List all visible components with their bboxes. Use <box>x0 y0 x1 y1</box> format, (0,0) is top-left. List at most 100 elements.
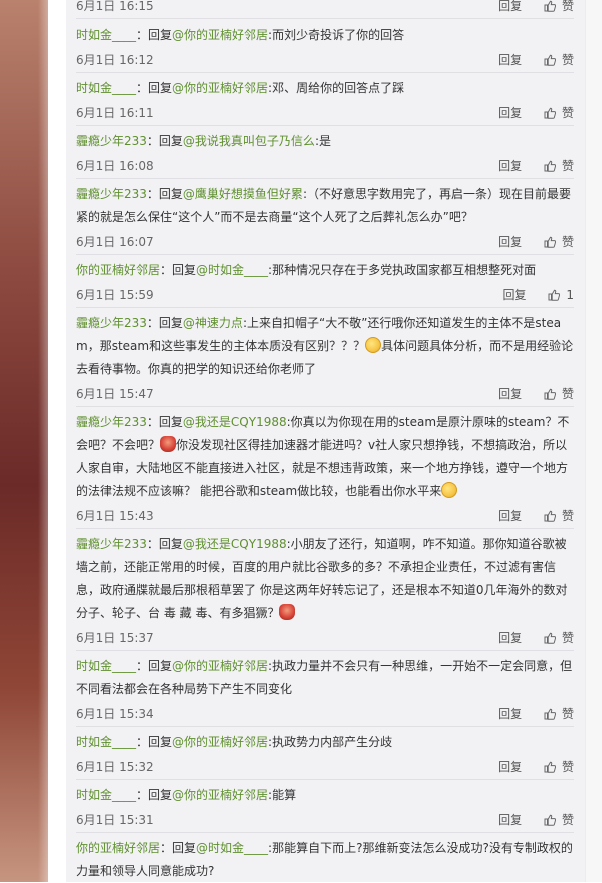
reply-button[interactable]: 回复 <box>498 230 522 254</box>
comment-text: :那种情况只存在于多党执政国家都互相想整死对面 <box>268 263 537 277</box>
comment-time: 6月1日 16:08 <box>76 159 154 173</box>
like-label: 赞 <box>561 813 574 827</box>
comment-actions: 回复 赞 <box>498 230 574 254</box>
like-button[interactable]: 赞 <box>544 0 574 18</box>
comment-meta: 6月1日 16:08 回复 赞 <box>76 154 574 178</box>
reply-button[interactable]: 回复 <box>498 504 522 528</box>
comment-author-link[interactable]: 你的亚楠好邻居 <box>76 263 160 277</box>
reply-button[interactable]: 回复 <box>498 626 522 650</box>
like-label: 赞 <box>561 159 574 173</box>
comment-meta: 6月1日 16:12 回复 赞 <box>76 48 574 72</box>
reply-button[interactable]: 回复 <box>503 283 527 307</box>
mention-link[interactable]: @你的亚楠好邻居 <box>172 28 268 42</box>
comment-text: :而刘少奇投诉了你的回答 <box>268 28 405 42</box>
comment-time: 6月1日 16:07 <box>76 235 154 249</box>
mention-link[interactable]: @你的亚楠好邻居 <box>172 788 268 802</box>
mention-link[interactable]: @你的亚楠好邻居 <box>172 735 268 749</box>
comment-author-link[interactable]: 时如金____ <box>76 81 136 95</box>
comment-item: 你的亚楠好邻居：回复@时如金____:那能算自下而上?那维新变法怎么没成功?没有… <box>76 837 574 883</box>
comment-meta: 6月1日 16:11 回复 赞 <box>76 101 574 125</box>
comment-author-link[interactable]: 时如金____ <box>76 735 136 749</box>
reply-prefix: ：回复 <box>146 187 183 201</box>
mention-link[interactable]: @时如金____ <box>196 841 268 855</box>
comment-time: 6月1日 15:32 <box>76 760 154 774</box>
like-label: 赞 <box>561 707 574 721</box>
thumb-up-icon <box>544 0 556 12</box>
mention-link[interactable]: @我还是CQY1988 <box>183 415 287 429</box>
comment-time: 6月1日 16:11 <box>76 106 154 120</box>
mention-link[interactable]: @时如金____ <box>196 263 268 277</box>
comment-time: 6月1日 16:12 <box>76 53 154 67</box>
mention-link[interactable]: @我还是CQY1988 <box>183 537 287 551</box>
thumb-up-icon <box>544 160 556 172</box>
like-button[interactable]: 赞 <box>544 626 574 650</box>
comment-actions: 回复 赞 <box>498 504 574 528</box>
comment-item: 时如金____：回复@你的亚楠好邻居:执政力量并不会只有一种思维，一开始不一定会… <box>76 655 574 727</box>
comment-text: :执政势力内部产生分歧 <box>268 735 393 749</box>
like-button[interactable]: 赞 <box>544 382 574 406</box>
comment-actions: 回复 1 <box>503 283 574 307</box>
comment-item: 霾瘾少年233：回复@我还是CQY1988:你真以为你现在用的steam是原汁原… <box>76 411 574 529</box>
like-label: 赞 <box>561 631 574 645</box>
comment-body: 霾瘾少年233：回复@我还是CQY1988:你真以为你现在用的steam是原汁原… <box>76 411 574 503</box>
like-button[interactable]: 赞 <box>544 48 574 72</box>
comment-body: 时如金____：回复@你的亚楠好邻居:执政势力内部产生分歧 <box>76 731 574 754</box>
comment-time: 6月1日 15:59 <box>76 288 154 302</box>
comment-body: 时如金____：回复@你的亚楠好邻居:邓、周给你的回答点了踩 <box>76 77 574 100</box>
mention-link[interactable]: @我说我真叫包子乃信么 <box>183 134 315 148</box>
like-button[interactable]: 赞 <box>544 808 574 832</box>
comment-actions: 回复 赞 <box>498 48 574 72</box>
comment-item: 你的亚楠好邻居：回复@时如金____:那种情况只存在于多党执政国家都互相想整死对… <box>76 259 574 308</box>
comment-author-link[interactable]: 时如金____ <box>76 28 136 42</box>
comment-body: 时如金____：回复@你的亚楠好邻居:执政力量并不会只有一种思维，一开始不一定会… <box>76 655 574 701</box>
comment-actions: 回复 赞 <box>498 755 574 779</box>
thumb-up-icon <box>544 632 556 644</box>
like-button[interactable]: 赞 <box>544 101 574 125</box>
comment-author-link[interactable]: 霾瘾少年233 <box>76 316 147 330</box>
mention-link[interactable]: @你的亚楠好邻居 <box>172 659 268 673</box>
comment-author-link[interactable]: 时如金____ <box>76 788 136 802</box>
reply-button[interactable]: 回复 <box>498 101 522 125</box>
like-button[interactable]: 1 <box>548 283 574 307</box>
thumb-up-icon <box>544 708 556 720</box>
thumb-up-icon <box>544 388 556 400</box>
comment-actions: 回复 赞 <box>498 101 574 125</box>
scrollbar-track[interactable] <box>585 0 602 882</box>
reply-button[interactable]: 回复 <box>498 702 522 726</box>
reply-button[interactable]: 回复 <box>498 382 522 406</box>
comment-body: 你的亚楠好邻居：回复@时如金____:那能算自下而上?那维新变法怎么没成功?没有… <box>76 837 574 883</box>
like-label: 赞 <box>561 509 574 523</box>
comment-author-link[interactable]: 霾瘾少年233 <box>76 187 147 201</box>
like-button[interactable]: 赞 <box>544 154 574 178</box>
mention-link[interactable]: @神速力点 <box>183 316 243 330</box>
thumb-up-icon <box>544 761 556 773</box>
thumb-up-icon <box>544 54 556 66</box>
comment-meta: 6月1日 15:43 回复 赞 <box>76 504 574 528</box>
comment-author-link[interactable]: 霾瘾少年233 <box>76 415 147 429</box>
mention-link[interactable]: @鹰巢好想摸鱼但好累 <box>183 187 303 201</box>
like-button[interactable]: 赞 <box>544 504 574 528</box>
comment-body: 霾瘾少年233：回复@鹰巢好想摸鱼但好累:（不好意思字数用完了，再启一条）现在目… <box>76 183 574 229</box>
comment-author-link[interactable]: 霾瘾少年233 <box>76 134 147 148</box>
like-button[interactable]: 赞 <box>544 230 574 254</box>
reply-button[interactable]: 回复 <box>498 48 522 72</box>
comment-author-link[interactable]: 你的亚楠好邻居 <box>76 841 160 855</box>
mention-link[interactable]: @你的亚楠好邻居 <box>172 81 268 95</box>
reply-button[interactable]: 回复 <box>498 0 522 18</box>
comment-text: :是 <box>314 134 331 148</box>
hotpot-emoji-icon <box>279 604 296 620</box>
comment-body: 霾瘾少年233：回复@我还是CQY1988:小朋友了还行，知道啊，咋不知道。那你… <box>76 533 574 625</box>
comment-author-link[interactable]: 时如金____ <box>76 659 136 673</box>
comment-time: 6月1日 16:15 <box>76 0 154 13</box>
reply-prefix: ：回复 <box>136 659 173 673</box>
like-button[interactable]: 赞 <box>544 755 574 779</box>
reply-button[interactable]: 回复 <box>498 808 522 832</box>
reply-button[interactable]: 回复 <box>498 154 522 178</box>
comment-text: :能算 <box>268 788 297 802</box>
like-label: 赞 <box>561 235 574 249</box>
comment-time: 6月1日 15:47 <box>76 387 154 401</box>
comment-author-link[interactable]: 霾瘾少年233 <box>76 537 147 551</box>
like-button[interactable]: 赞 <box>544 702 574 726</box>
reply-button[interactable]: 回复 <box>498 755 522 779</box>
smile-emoji-icon <box>441 482 458 498</box>
